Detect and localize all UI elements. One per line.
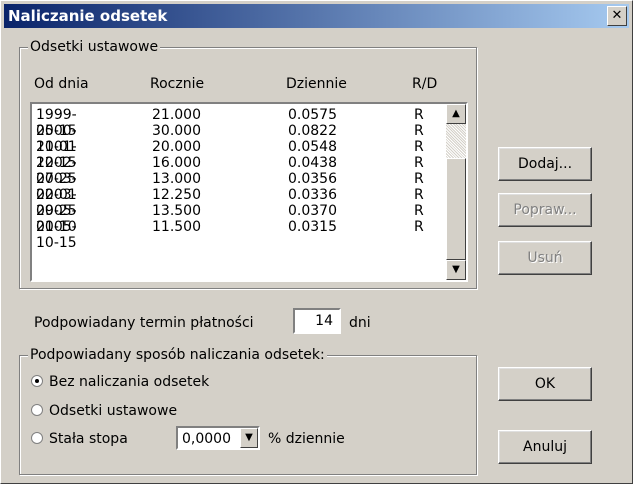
termin-label: Podpowiadany termin płatności: [34, 315, 254, 331]
radio-unchecked-icon[interactable]: [31, 432, 43, 444]
group-legend: Odsetki ustawowe: [28, 39, 161, 55]
window-title: Naliczanie odsetek: [8, 7, 168, 25]
cell-daily: 0.0822: [288, 123, 337, 139]
radio-unchecked-icon[interactable]: [31, 404, 43, 416]
cell-daily: 0.0575: [288, 107, 337, 123]
cell-rd: R: [414, 171, 424, 187]
radio-label: Bez naliczania odsetek: [49, 374, 210, 390]
radio-bez-naliczania[interactable]: Bez naliczania odsetek: [31, 372, 209, 392]
scroll-up-icon[interactable]: ▲: [446, 104, 466, 124]
cell-daily: 0.0438: [288, 155, 337, 171]
cell-rd: R: [414, 203, 424, 219]
close-button[interactable]: ✕: [607, 6, 627, 26]
header-rocznie: Rocznie: [150, 76, 205, 92]
cell-rd: R: [414, 187, 424, 203]
radio-odsetki-ustawowe[interactable]: Odsetki ustawowe: [31, 401, 177, 421]
anuluj-button[interactable]: Anuluj: [498, 430, 592, 464]
cell-annual: 12.250: [152, 187, 201, 203]
header-od-dnia: Od dnia: [34, 76, 89, 92]
scroll-down-icon[interactable]: ▼: [446, 260, 466, 280]
popraw-button[interactable]: Popraw...: [498, 193, 592, 227]
cell-annual: 13.500: [152, 203, 201, 219]
cell-daily: 0.0356: [288, 171, 337, 187]
title-bar[interactable]: Naliczanie odsetek ✕: [4, 4, 629, 28]
cell-daily: 0.0548: [288, 139, 337, 155]
dialog-window: Naliczanie odsetek ✕ Odsetki ustawowe Od…: [0, 0, 633, 484]
radio-label: Stała stopa: [49, 431, 128, 447]
cell-daily: 0.0370: [288, 203, 337, 219]
radio-label: Odsetki ustawowe: [49, 403, 178, 419]
termin-unit: dni: [349, 315, 371, 331]
radio-stala-stopa[interactable]: Stała stopa: [31, 429, 128, 449]
vertical-scrollbar[interactable]: ▲ ▼: [446, 104, 466, 280]
chevron-down-icon[interactable]: ▼: [240, 428, 258, 448]
cell-annual: 30.000: [152, 123, 201, 139]
stopa-combobox[interactable]: 0,0000 ▼: [176, 426, 260, 450]
cell-annual: 16.000: [152, 155, 201, 171]
cell-rd: R: [414, 155, 424, 171]
stopa-unit: % dziennie: [268, 431, 345, 447]
cell-annual: 21.000: [152, 107, 201, 123]
odsetki-ustawowe-group: Odsetki ustawowe Od dnia Rocznie Dzienni…: [19, 39, 477, 289]
ok-button[interactable]: OK: [498, 367, 592, 401]
stopa-value: 0,0000: [182, 431, 231, 447]
usun-button[interactable]: Usuń: [498, 241, 592, 275]
dodaj-button[interactable]: Dodaj...: [498, 147, 592, 181]
cell-rd: R: [414, 219, 424, 235]
cell-annual: 13.000: [152, 171, 201, 187]
cell-annual: 11.500: [152, 219, 201, 235]
cell-daily: 0.0336: [288, 187, 337, 203]
header-rd: R/D: [412, 76, 438, 92]
cell-rd: R: [414, 123, 424, 139]
rates-listbox[interactable]: 1999-05-15 21.000 0.0575 R 2000-11-01 30…: [30, 102, 468, 282]
cell-annual: 20.000: [152, 139, 201, 155]
cell-rd: R: [414, 139, 424, 155]
cell-daily: 0.0315: [288, 219, 337, 235]
radio-checked-icon[interactable]: [31, 375, 43, 387]
header-dziennie: Dziennie: [286, 76, 347, 92]
group-legend: Podpowiadany sposób naliczania odsetek:: [28, 347, 327, 363]
cell-rd: R: [414, 107, 424, 123]
termin-input[interactable]: 14: [293, 308, 341, 334]
cell-date: 2005-10-15: [36, 219, 77, 251]
scroll-thumb[interactable]: [446, 158, 466, 260]
